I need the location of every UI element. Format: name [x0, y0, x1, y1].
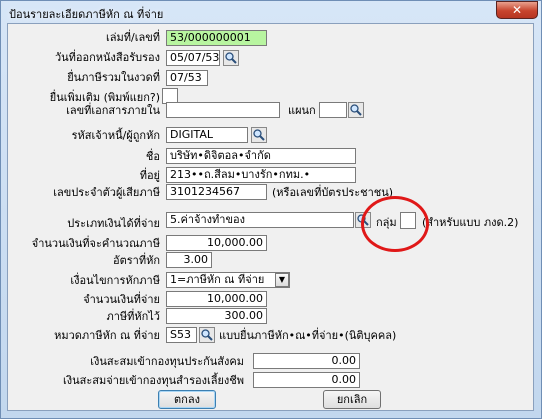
- filing-period-field[interactable]: 07/53: [166, 70, 208, 86]
- department-label: แผนก: [288, 104, 316, 117]
- payee-search-icon[interactable]: [251, 127, 267, 143]
- doc-no-label: เล่มที่/เลขที่: [106, 31, 160, 44]
- filing-period-label: ยื่นภาษีรวมในงวดที่: [67, 71, 160, 84]
- social-security-field[interactable]: 0.00: [253, 353, 360, 369]
- tax-id-label: เลขประจำตัวผู้เสียภาษี: [53, 186, 160, 199]
- tax-rate-field[interactable]: 3.00: [166, 252, 212, 268]
- cert-date-search-icon[interactable]: [223, 50, 239, 66]
- provident-fund-label: เงินสะสมจ่ายเข้ากองทุนสำรองเลี้ยงชีพ: [63, 374, 244, 387]
- tax-category-field[interactable]: S53: [166, 327, 197, 343]
- taxable-amount-label: จำนวนเงินที่จะคำนวณภาษี: [31, 237, 160, 250]
- name-label: ชื่อ: [145, 150, 160, 163]
- cancel-button[interactable]: ยกเลิก: [323, 390, 381, 409]
- tax-withheld-field[interactable]: 300.00: [166, 308, 267, 324]
- payee-code-label: รหัสเจ้าหนี้/ผู้ถูกหัก: [71, 129, 160, 142]
- close-icon: ✕: [511, 3, 523, 17]
- address-field[interactable]: 213••ถ.สีลม•บางรัก•กทม.•: [166, 167, 356, 183]
- highlight-circle: [361, 196, 429, 252]
- payee-code-field[interactable]: DIGITAL: [166, 127, 248, 143]
- amount-paid-field[interactable]: 10,000.00: [166, 291, 267, 307]
- cert-date-field[interactable]: 05/07/53: [166, 50, 220, 66]
- title-bar: ป้อนรายละเอียดภาษีหัก ณ ที่จ่าย ✕: [1, 1, 541, 23]
- additional-label: ยื่นเพิ่มเติม (พิมพ์แยก?): [49, 91, 160, 104]
- internal-doc-label: เลขที่เอกสารภายใน: [66, 104, 160, 117]
- tax-withheld-label: ภาษีที่หักไว้: [106, 310, 160, 323]
- tax-id-hint: (หรือเลขที่บัตรประชาชน): [272, 186, 394, 199]
- provident-fund-field[interactable]: 0.00: [253, 372, 360, 388]
- close-button[interactable]: ✕: [496, 1, 538, 19]
- department-field[interactable]: [319, 102, 347, 118]
- taxable-amount-field[interactable]: 10,000.00: [166, 235, 267, 251]
- income-type-label: ประเภทเงินได้ที่จ่าย: [67, 217, 160, 230]
- tax-category-label: หมวดภาษีหัก ณ ที่จ่าย: [54, 329, 160, 342]
- tax-category-search-icon[interactable]: [199, 327, 215, 343]
- social-security-label: เงินสะสมเข้ากองทุนประกันสังคม: [90, 355, 244, 368]
- window-title: ป้อนรายละเอียดภาษีหัก ณ ที่จ่าย: [9, 8, 164, 21]
- income-type-field[interactable]: 5.ค่าจ้างทำของ: [166, 212, 354, 228]
- chevron-down-icon[interactable]: ▼: [275, 273, 289, 287]
- withholding-cond-label: เงื่อนไขการหักภาษี: [70, 274, 160, 287]
- ok-button[interactable]: ตกลง: [158, 390, 216, 409]
- department-search-icon[interactable]: [348, 102, 364, 118]
- tax-rate-label: อัตราที่หัก: [113, 254, 160, 267]
- tax-id-field[interactable]: 3101234567: [166, 184, 267, 200]
- address-label: ที่อยู่: [139, 169, 160, 182]
- withholding-cond-select[interactable]: 1=ภาษีหัก ณ ที่จ่าย: [166, 272, 290, 288]
- doc-no-field[interactable]: 53/000000001: [166, 30, 267, 46]
- amount-paid-label: จำนวนเงินที่จ่าย: [83, 293, 160, 306]
- name-field[interactable]: บริษัท•ดิจิตอล•จำกัด: [166, 148, 356, 164]
- group-hint: (สำหรับแบบ ภงด.2): [422, 216, 519, 229]
- tax-category-hint: แบบยื่นภาษีหัก•ณ•ที่จ่าย•(นิติบุคคล): [219, 329, 397, 342]
- cert-date-label: วันที่ออกหนังสือรับรอง: [54, 51, 160, 64]
- internal-doc-field[interactable]: [166, 102, 280, 118]
